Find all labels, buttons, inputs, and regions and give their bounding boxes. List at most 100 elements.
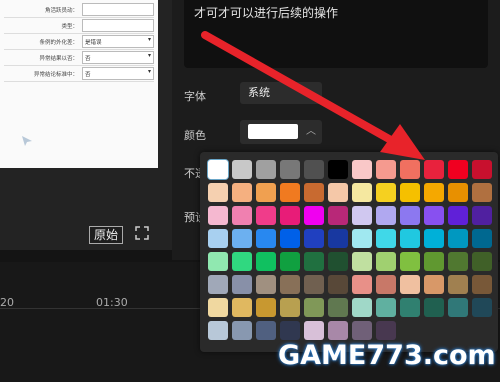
color-swatch[interactable]: [304, 229, 324, 248]
color-swatch[interactable]: [208, 252, 228, 271]
color-swatch[interactable]: [424, 160, 444, 179]
chevron-up-icon: ︿: [306, 87, 316, 98]
color-swatch[interactable]: [448, 229, 468, 248]
color-swatch[interactable]: [376, 321, 396, 340]
color-swatch[interactable]: [280, 275, 300, 294]
color-swatch[interactable]: [376, 206, 396, 225]
color-swatch[interactable]: [256, 252, 276, 271]
color-swatch[interactable]: [280, 206, 300, 225]
color-swatch[interactable]: [472, 252, 492, 271]
color-swatch[interactable]: [304, 160, 324, 179]
color-swatch[interactable]: [280, 160, 300, 179]
color-swatch[interactable]: [256, 275, 276, 294]
color-swatch[interactable]: [328, 275, 348, 294]
color-swatch[interactable]: [256, 206, 276, 225]
color-swatch[interactable]: [376, 298, 396, 317]
color-swatch[interactable]: [400, 160, 420, 179]
color-swatch[interactable]: [424, 229, 444, 248]
color-select[interactable]: ︿: [240, 120, 322, 144]
fullscreen-icon[interactable]: [135, 226, 149, 240]
color-swatch[interactable]: [208, 160, 228, 179]
color-swatch[interactable]: [232, 321, 252, 340]
form-label: 异常结果以否：: [39, 55, 78, 62]
color-swatch[interactable]: [328, 321, 348, 340]
color-swatch[interactable]: [352, 206, 372, 225]
color-swatch[interactable]: [328, 229, 348, 248]
color-swatch[interactable]: [448, 275, 468, 294]
color-swatch[interactable]: [304, 298, 324, 317]
color-swatch[interactable]: [328, 206, 348, 225]
color-swatch[interactable]: [304, 321, 324, 340]
color-swatch[interactable]: [376, 252, 396, 271]
color-swatch[interactable]: [208, 229, 228, 248]
form-cell: [82, 19, 154, 32]
color-swatch[interactable]: [352, 160, 372, 179]
color-swatch[interactable]: [232, 183, 252, 202]
color-swatch[interactable]: [400, 252, 420, 271]
color-swatch[interactable]: [328, 252, 348, 271]
color-swatch[interactable]: [472, 275, 492, 294]
color-swatch[interactable]: [400, 275, 420, 294]
color-swatch[interactable]: [376, 160, 396, 179]
color-swatch[interactable]: [304, 252, 324, 271]
color-swatch[interactable]: [472, 183, 492, 202]
color-swatch[interactable]: [280, 252, 300, 271]
color-swatch[interactable]: [208, 321, 228, 340]
color-swatch[interactable]: [232, 229, 252, 248]
color-swatch[interactable]: [280, 298, 300, 317]
color-swatch[interactable]: [352, 229, 372, 248]
color-swatch[interactable]: [256, 298, 276, 317]
color-swatch[interactable]: [256, 160, 276, 179]
color-swatch[interactable]: [256, 183, 276, 202]
color-swatch[interactable]: [472, 160, 492, 179]
color-swatch[interactable]: [472, 206, 492, 225]
color-swatch[interactable]: [448, 160, 468, 179]
color-swatch[interactable]: [472, 298, 492, 317]
color-swatch[interactable]: [256, 321, 276, 340]
color-swatch[interactable]: [280, 183, 300, 202]
color-swatch[interactable]: [352, 183, 372, 202]
color-swatch[interactable]: [448, 298, 468, 317]
color-swatch[interactable]: [232, 275, 252, 294]
text-content-input[interactable]: 才可才可以进行后续的操作: [184, 0, 488, 68]
color-swatch[interactable]: [304, 183, 324, 202]
color-swatch[interactable]: [400, 206, 420, 225]
color-swatch[interactable]: [280, 229, 300, 248]
color-swatch[interactable]: [208, 298, 228, 317]
color-swatch[interactable]: [376, 183, 396, 202]
color-swatch[interactable]: [448, 183, 468, 202]
color-swatch[interactable]: [328, 160, 348, 179]
color-swatch[interactable]: [424, 275, 444, 294]
color-swatch[interactable]: [424, 298, 444, 317]
color-swatch[interactable]: [352, 321, 372, 340]
color-swatch[interactable]: [400, 298, 420, 317]
color-swatch[interactable]: [304, 275, 324, 294]
color-swatch[interactable]: [400, 183, 420, 202]
color-swatch[interactable]: [232, 298, 252, 317]
color-swatch[interactable]: [424, 206, 444, 225]
color-swatch[interactable]: [376, 229, 396, 248]
color-swatch[interactable]: [208, 206, 228, 225]
color-swatch[interactable]: [208, 275, 228, 294]
color-swatch[interactable]: [352, 252, 372, 271]
original-ratio-button[interactable]: 原始: [89, 226, 123, 244]
color-swatch[interactable]: [328, 298, 348, 317]
color-swatch[interactable]: [472, 229, 492, 248]
color-swatch[interactable]: [424, 252, 444, 271]
color-swatch[interactable]: [448, 206, 468, 225]
color-swatch[interactable]: [376, 275, 396, 294]
color-swatch[interactable]: [400, 229, 420, 248]
color-swatch[interactable]: [232, 160, 252, 179]
font-select[interactable]: 系统 ︿: [240, 82, 322, 104]
color-swatch[interactable]: [232, 206, 252, 225]
color-swatch[interactable]: [352, 298, 372, 317]
color-swatch[interactable]: [208, 183, 228, 202]
color-swatch[interactable]: [448, 252, 468, 271]
color-swatch[interactable]: [256, 229, 276, 248]
color-swatch[interactable]: [424, 183, 444, 202]
color-swatch[interactable]: [352, 275, 372, 294]
color-swatch[interactable]: [280, 321, 300, 340]
color-swatch[interactable]: [232, 252, 252, 271]
color-swatch[interactable]: [304, 206, 324, 225]
color-swatch[interactable]: [328, 183, 348, 202]
